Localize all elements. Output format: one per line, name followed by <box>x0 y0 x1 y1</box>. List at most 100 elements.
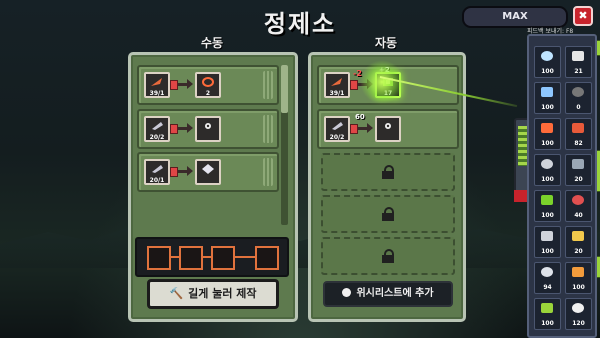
manual-recipe-2[interactable]: 20/2 <box>137 109 279 149</box>
manual-scrollbar[interactable] <box>281 65 288 225</box>
recipe-slot-2[interactable] <box>179 246 203 270</box>
crystal-icon <box>152 165 163 173</box>
inventory-slot[interactable]: 100 <box>534 190 561 222</box>
inventory-slot[interactable]: 100 <box>534 82 561 114</box>
inventory-slot[interactable]: 20 <box>565 226 592 258</box>
scroll-thumb[interactable] <box>281 65 288 113</box>
lock-icon <box>382 165 394 179</box>
feather-icon <box>151 78 162 86</box>
crystal-blue-icon <box>541 87 553 97</box>
hold-to-craft-button[interactable]: 🔨 길게 눌러 제작 <box>147 279 279 309</box>
auto-header: 자동 <box>374 36 398 50</box>
item-count: 0 <box>576 104 581 111</box>
input-item: 20/2 <box>324 116 350 142</box>
connector <box>203 256 211 258</box>
shell-icon <box>541 159 553 169</box>
item-count: 100 <box>541 212 554 219</box>
diamond-icon <box>541 267 553 277</box>
item-count: 100 <box>541 140 554 147</box>
inventory-slot[interactable]: 100 <box>534 226 561 258</box>
item-count: 100 <box>541 320 554 327</box>
item-count: 100 <box>541 176 554 183</box>
gear-icon <box>205 123 211 129</box>
inventory-panel: 100 21 100 0 100 82 100 20 100 40 100 20 94 100 100 120 <box>527 34 597 338</box>
gear-icon <box>572 303 584 313</box>
inventory-slot[interactable]: 100 <box>534 298 561 330</box>
manual-recipe-3[interactable]: 20/1 <box>137 152 279 192</box>
gold-ore-icon <box>572 231 584 241</box>
arrow-icon <box>170 166 193 177</box>
feather-icon <box>541 51 553 61</box>
connector <box>235 256 255 258</box>
recipe-slot-1[interactable] <box>147 246 171 270</box>
lock-icon <box>382 249 394 263</box>
rope-icon <box>202 77 214 87</box>
manual-header: 수동 <box>200 36 224 50</box>
item-count: 120 <box>572 320 585 327</box>
crystal-icon <box>332 122 343 130</box>
arrow-icon <box>350 123 373 134</box>
recipe-slot-output[interactable] <box>255 246 279 270</box>
inventory-slot[interactable]: 20 <box>565 154 592 186</box>
item-count: 82 <box>574 140 583 147</box>
active-glow <box>360 60 404 104</box>
inventory-slot[interactable]: 100 <box>534 118 561 150</box>
hammer-icon: 🔨 <box>169 287 184 300</box>
meat-icon <box>572 123 584 133</box>
drag-handle[interactable] <box>263 71 273 99</box>
output-item: 2 <box>195 72 221 98</box>
output-item <box>195 116 221 142</box>
auto-recipe-2[interactable]: 20/2 60 <box>317 109 459 149</box>
slime-icon <box>541 195 553 205</box>
rope-icon <box>541 123 553 133</box>
inventory-slot[interactable]: 21 <box>565 46 592 78</box>
item-count: 94 <box>543 284 552 291</box>
input-item: 39/1 <box>144 72 170 98</box>
bomb-icon <box>572 87 584 97</box>
locked-slot-1 <box>321 153 455 191</box>
manual-panel: 39/1 2 20/2 20/1 🔨 길게 눌러 제작 <box>128 52 298 322</box>
background <box>0 0 600 338</box>
fish-icon <box>572 159 584 169</box>
item-count: 100 <box>541 104 554 111</box>
arrow-icon <box>170 79 193 90</box>
arrow-icon <box>170 123 193 134</box>
crystal-icon <box>152 122 163 130</box>
max-button[interactable]: MAX <box>462 6 568 28</box>
locked-slot-2 <box>321 195 455 233</box>
inventory-slot[interactable]: 100 <box>534 46 561 78</box>
output-item <box>195 159 221 185</box>
manual-recipe-1[interactable]: 39/1 2 <box>137 65 279 105</box>
wing-icon <box>572 267 584 277</box>
mushroom-icon <box>572 195 584 205</box>
item-count: 100 <box>541 248 554 255</box>
feather-icon <box>331 78 342 86</box>
drag-handle[interactable] <box>263 158 273 186</box>
inventory-slot[interactable]: 100 <box>565 262 592 294</box>
drag-handle[interactable] <box>263 115 273 143</box>
consume-badge: 60 <box>355 113 365 121</box>
connector <box>171 256 179 258</box>
item-count: 20 <box>574 248 583 255</box>
robot-icon <box>541 231 553 241</box>
inventory-slot[interactable]: 94 <box>534 262 561 294</box>
recipe-slot-3[interactable] <box>211 246 235 270</box>
inventory-slot[interactable]: 120 <box>565 298 592 330</box>
custom-recipe-bar <box>135 237 289 277</box>
input-item: 20/1 <box>144 159 170 185</box>
gear-icon <box>385 123 391 129</box>
add-to-wishlist-button[interactable]: 위시리스트에 추가 <box>323 281 453 307</box>
input-item: 20/2 <box>144 116 170 142</box>
item-count: 100 <box>572 284 585 291</box>
close-button[interactable]: ✖ <box>573 6 593 26</box>
item-count: 20 <box>574 176 583 183</box>
inventory-slot[interactable]: 100 <box>534 154 561 186</box>
locked-slot-3 <box>321 237 455 275</box>
inventory-slot[interactable]: 40 <box>565 190 592 222</box>
inventory-slot[interactable]: 82 <box>565 118 592 150</box>
output-item <box>375 116 401 142</box>
item-count: 100 <box>541 68 554 75</box>
input-item: 39/1 <box>324 72 350 98</box>
item-count: 40 <box>574 212 583 219</box>
inventory-slot[interactable]: 0 <box>565 82 592 114</box>
